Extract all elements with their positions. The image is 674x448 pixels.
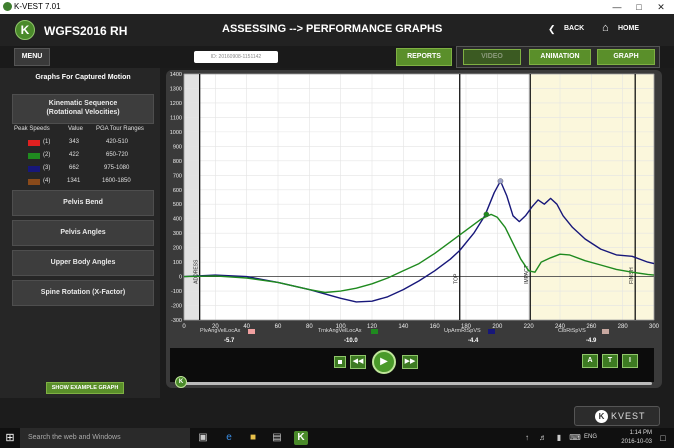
y-tick-label: 1300 bbox=[170, 86, 182, 92]
kvest-logo-icon: K bbox=[595, 410, 608, 423]
event-label: TOP bbox=[454, 273, 460, 284]
legend-value: -4.4 bbox=[468, 338, 479, 344]
kvest-taskbar-icon[interactable]: K bbox=[294, 431, 308, 445]
x-tick-label: 300 bbox=[649, 324, 660, 330]
language-indicator[interactable]: ENG bbox=[584, 434, 597, 440]
search-box[interactable]: Search the web and Windows bbox=[20, 428, 190, 448]
y-tick-label: 300 bbox=[173, 231, 182, 237]
legend-value: -10.0 bbox=[344, 338, 358, 344]
y-tick-label: 100 bbox=[173, 260, 182, 266]
event-label: ADDRESS bbox=[194, 259, 200, 284]
branding-text: KVEST bbox=[611, 411, 646, 421]
y-tick-label: 0 bbox=[179, 275, 182, 281]
y-tick-label: -200 bbox=[171, 304, 182, 310]
windows-taskbar: ⊞ Search the web and Windows ▣ e ■ ▤ K ↑… bbox=[0, 428, 674, 448]
slider-knob[interactable]: K bbox=[175, 376, 187, 388]
legend-label: PlvAngVelLocAx bbox=[200, 328, 241, 334]
play-icon[interactable]: ▶ bbox=[372, 350, 396, 374]
marker-top-button[interactable]: T bbox=[602, 354, 618, 368]
timeline-slider[interactable] bbox=[180, 382, 652, 385]
battery-icon[interactable]: ▮ bbox=[552, 431, 566, 445]
graph-legend: PlvAngVelLocAx -5.7 TrnkAngVelLocAx -10.… bbox=[200, 328, 640, 348]
legend-label: UpArmRtSpVS bbox=[444, 328, 481, 334]
x-tick-label: 0 bbox=[182, 324, 186, 330]
y-tick-label: -100 bbox=[171, 289, 182, 295]
y-tick-label: 1400 bbox=[170, 72, 182, 78]
y-tick-label: 800 bbox=[173, 159, 182, 165]
store-icon[interactable]: ▤ bbox=[270, 431, 284, 445]
legend-label: TrnkAngVelLocAx bbox=[318, 328, 362, 334]
legend-value: -5.7 bbox=[224, 338, 235, 344]
marker-address-button[interactable]: A bbox=[582, 354, 598, 368]
notifications-icon[interactable]: □ bbox=[656, 431, 670, 445]
y-tick-label: 500 bbox=[173, 202, 182, 208]
search-placeholder: Search the web and Windows bbox=[28, 434, 121, 441]
y-tick-label: 400 bbox=[173, 217, 182, 223]
task-view-icon[interactable]: ▣ bbox=[196, 431, 210, 445]
kvest-branding: K KVEST bbox=[574, 406, 660, 426]
keyboard-icon[interactable]: ⌨ bbox=[568, 431, 582, 445]
step-back-icon[interactable]: ◀◀ bbox=[350, 355, 366, 369]
legend-swatch bbox=[488, 329, 495, 334]
legend-label: ClbRtSpVS bbox=[558, 328, 586, 334]
network-icon[interactable]: ↑ bbox=[520, 431, 534, 445]
legend-swatch bbox=[602, 329, 609, 334]
clock-time[interactable]: 1:14 PM bbox=[602, 430, 652, 436]
y-tick-label: 1100 bbox=[170, 115, 182, 121]
windows-start-icon[interactable]: ⊞ bbox=[0, 428, 20, 448]
y-tick-label: 200 bbox=[173, 246, 182, 252]
event-label: FINISH bbox=[629, 267, 635, 284]
y-tick-label: 900 bbox=[173, 144, 182, 150]
peak-marker bbox=[483, 211, 490, 218]
y-tick-label: 1000 bbox=[170, 130, 182, 136]
y-tick-label: 600 bbox=[173, 188, 182, 194]
y-tick-label: -300 bbox=[171, 318, 182, 324]
edge-icon[interactable]: e bbox=[222, 431, 236, 445]
marker-impact-button[interactable]: I bbox=[622, 354, 638, 368]
peak-marker bbox=[497, 178, 504, 184]
file-explorer-icon[interactable]: ■ bbox=[246, 431, 260, 445]
step-forward-icon[interactable]: ▶▶ bbox=[402, 355, 418, 369]
volume-icon[interactable]: ♬ bbox=[536, 431, 550, 445]
y-tick-label: 1200 bbox=[170, 101, 182, 107]
stop-icon[interactable] bbox=[334, 356, 346, 368]
y-tick-label: 700 bbox=[173, 173, 182, 179]
playback-bar: ◀◀ ▶ ▶▶ A T I bbox=[170, 348, 654, 382]
legend-swatch bbox=[371, 329, 378, 334]
clock-date[interactable]: 2016-10-03 bbox=[602, 439, 652, 445]
legend-swatch bbox=[248, 329, 255, 334]
legend-value: -4.9 bbox=[586, 338, 597, 344]
